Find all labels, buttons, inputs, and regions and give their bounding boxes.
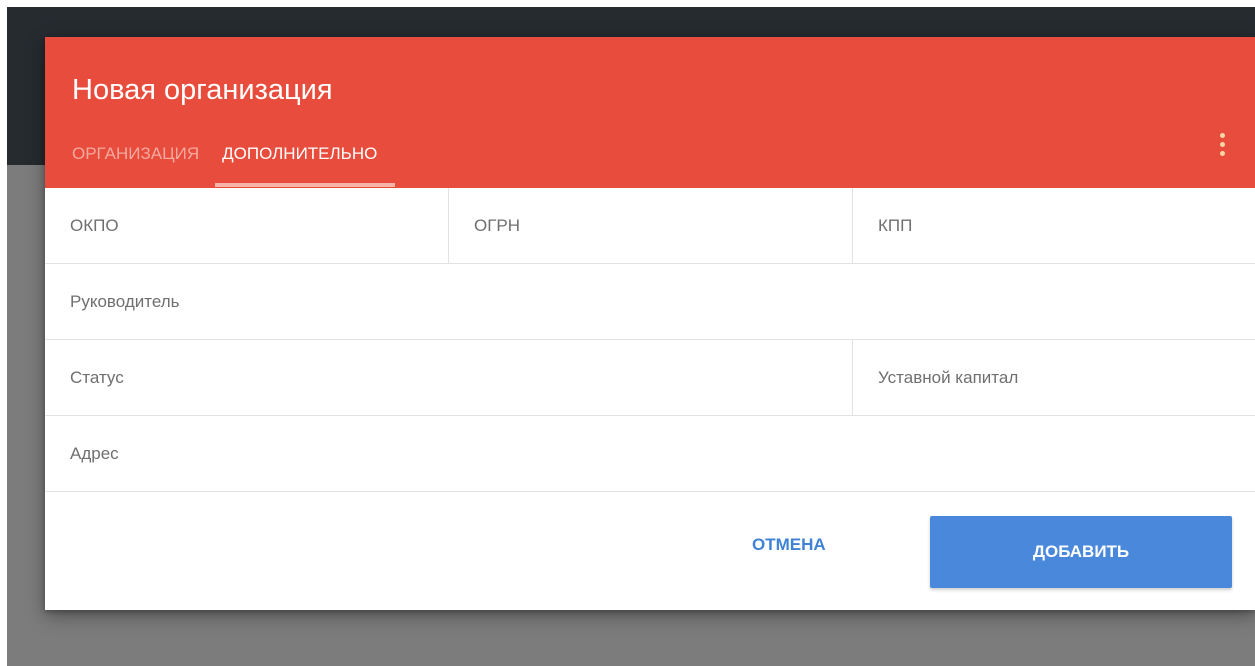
form-row: Руководитель bbox=[45, 264, 1255, 340]
status-field[interactable]: Статус bbox=[45, 340, 852, 415]
app-screen: Новая организация ОРГАНИЗАЦИЯ ДОПОЛНИТЕЛ… bbox=[7, 7, 1255, 666]
kpp-label: КПП bbox=[878, 215, 913, 235]
dialog-actions: ОТМЕНА ДОБАВИТЬ bbox=[45, 493, 1255, 610]
tab-additional[interactable]: ДОПОЛНИТЕЛЬНО bbox=[222, 144, 379, 188]
okpo-field[interactable]: ОКПО bbox=[45, 188, 448, 263]
okpo-label: ОКПО bbox=[70, 215, 119, 235]
organization-form: ОКПО ОГРН КПП Руководитель Статус Уставн… bbox=[45, 188, 1255, 492]
menu-dot bbox=[1219, 150, 1225, 156]
active-tab-indicator bbox=[215, 183, 395, 187]
address-field[interactable]: Адрес bbox=[45, 416, 1255, 491]
new-organization-dialog: Новая организация ОРГАНИЗАЦИЯ ДОПОЛНИТЕЛ… bbox=[45, 37, 1255, 610]
authorized-capital-label: Уставной капитал bbox=[878, 367, 1019, 387]
address-label: Адрес bbox=[70, 443, 119, 463]
cancel-button[interactable]: ОТМЕНА bbox=[752, 535, 826, 555]
status-label: Статус bbox=[70, 367, 124, 387]
form-row: Адрес bbox=[45, 416, 1255, 492]
more-vert-icon[interactable] bbox=[1215, 127, 1229, 161]
form-row: Статус Уставной капитал bbox=[45, 340, 1255, 416]
menu-dot bbox=[1219, 132, 1225, 138]
kpp-field[interactable]: КПП bbox=[852, 188, 1255, 263]
menu-dot bbox=[1219, 141, 1225, 147]
dialog-title: Новая организация bbox=[72, 74, 333, 106]
dialog-tabs: ОРГАНИЗАЦИЯ ДОПОЛНИТЕЛЬНО bbox=[72, 144, 379, 188]
director-field[interactable]: Руководитель bbox=[45, 264, 1255, 339]
authorized-capital-field[interactable]: Уставной капитал bbox=[852, 340, 1255, 415]
form-row: ОКПО ОГРН КПП bbox=[45, 188, 1255, 264]
director-label: Руководитель bbox=[70, 291, 180, 311]
ogrn-label: ОГРН bbox=[474, 215, 521, 235]
dialog-header: Новая организация ОРГАНИЗАЦИЯ ДОПОЛНИТЕЛ… bbox=[45, 37, 1255, 188]
add-button[interactable]: ДОБАВИТЬ bbox=[930, 516, 1232, 588]
tab-organization[interactable]: ОРГАНИЗАЦИЯ bbox=[72, 144, 201, 188]
ogrn-field[interactable]: ОГРН bbox=[448, 188, 852, 263]
